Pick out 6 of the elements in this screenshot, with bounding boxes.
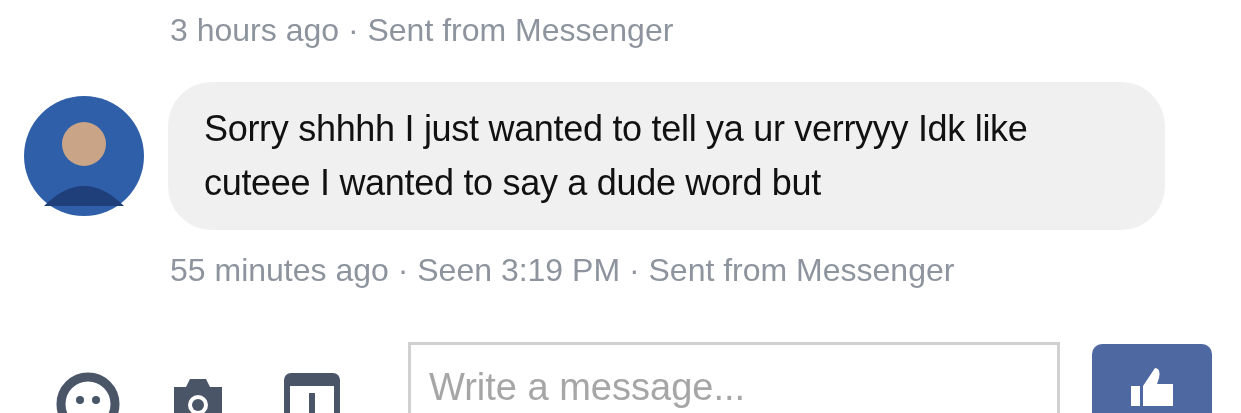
message-meta: 3 hours ago · Sent from Messenger <box>170 11 675 50</box>
message-bubble: Sorry shhhh I just wanted to tell ya ur verryyy Idk like cuteee I wanted to say a dude word but <box>168 82 1165 230</box>
like-button[interactable] <box>1092 344 1212 413</box>
message-meta: 55 minutes ago · Seen 3:19 PM · Sent from Messenger <box>170 251 956 290</box>
sticker-icon[interactable] <box>284 373 340 413</box>
message-input[interactable]: Write a message... <box>408 342 1060 413</box>
